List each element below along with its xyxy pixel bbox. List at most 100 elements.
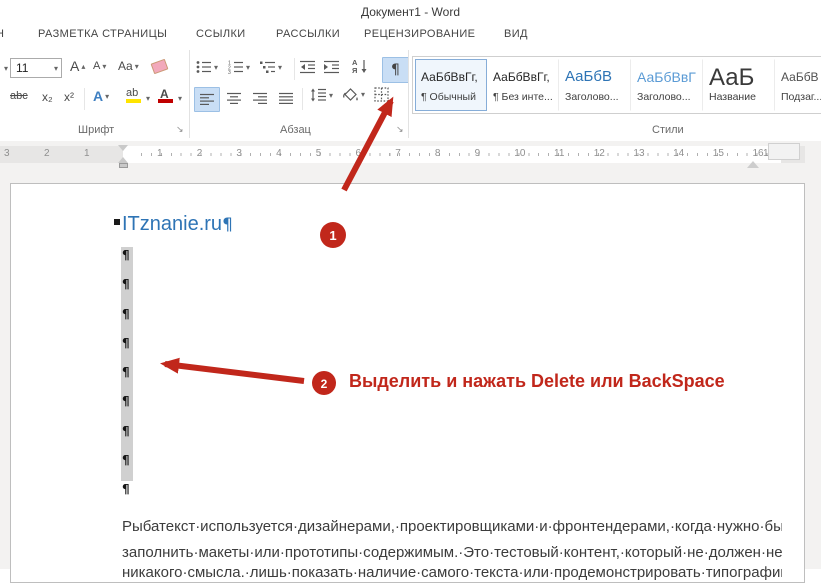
line-spacing-button[interactable]: ▾ [310, 88, 333, 102]
horizontal-ruler: 3211234567891011121314151617 [0, 145, 805, 168]
pilcrow-mark: ¶ [122, 423, 130, 438]
justify-icon [278, 92, 293, 104]
window-title: Документ1 - Word [360, 5, 461, 19]
ruler-number: 1 [84, 148, 90, 159]
group-separator [408, 50, 409, 138]
selected-pilcrow-row: ¶ [121, 364, 133, 394]
ruler-number: 14 [673, 148, 685, 159]
clear-formatting-button[interactable] [150, 58, 169, 75]
style-name: Подзаг... [781, 91, 821, 103]
pilcrow-mark: ¶ [122, 394, 130, 409]
ribbon-tab-0[interactable]: Н [0, 28, 4, 40]
annotation-instruction: Выделить и нажать Delete или BackSpace [349, 371, 725, 391]
ruler-number: 12 [593, 148, 605, 159]
change-case-button[interactable]: Aa ▾ [118, 59, 139, 73]
ruler-number: 8 [434, 148, 441, 159]
ribbon-tab-row: Н РАЗМЕТКА СТРАНИЦЫ ССЫЛКИ РАССЫЛКИ РЕЦЕНЗИР… [0, 25, 821, 48]
font-color-button[interactable]: A [156, 86, 174, 106]
caret-down-icon: ▾ [102, 61, 107, 71]
style-card-5[interactable]: АаБбВ Подзаг... [775, 59, 821, 111]
shrink-font-button[interactable]: A ▾ [93, 60, 106, 72]
left-indent-marker[interactable] [119, 163, 128, 168]
paint-bucket-icon [343, 88, 358, 101]
style-preview: АаБбВвГ [637, 69, 696, 85]
selected-pilcrow-row: ¶ [121, 422, 133, 453]
ribbon-tab-5[interactable]: ВИД [504, 28, 528, 40]
style-card-0[interactable]: АаБбВвГг, ¶ Обычный [415, 59, 487, 111]
document-area: 3211234567891011121314151617 ITznanie.ru… [0, 141, 821, 583]
numbering-button[interactable]: 1 2 3 ▾ [228, 60, 250, 75]
ruler-toggle-box[interactable] [768, 143, 800, 160]
ruler-number: 7 [395, 148, 401, 159]
decrease-indent-button[interactable] [300, 60, 316, 74]
right-indent-marker[interactable] [747, 155, 759, 168]
bullets-button[interactable]: ▾ [196, 60, 218, 74]
ruler-number: 4 [276, 148, 282, 159]
sort-button[interactable]: А Я [352, 58, 369, 74]
styles-gallery: АаБбВвГг, ¶ Обычный АаБбВвГг, ¶ Без инте...… [412, 56, 821, 114]
grow-font-button[interactable]: A ▴ [70, 58, 85, 74]
align-right-button[interactable] [248, 87, 272, 110]
pilcrow-mark: ¶ [222, 215, 233, 235]
ribbon-tab-1[interactable]: РАЗМЕТКА СТРАНИЦЫ [38, 28, 167, 40]
font-name-dropdown-icon[interactable]: ▾ [4, 64, 8, 73]
style-card-4[interactable]: АаБ Название [703, 59, 775, 111]
justify-button[interactable] [274, 87, 298, 110]
body-text-line-2: никакого·смысла.·лишь·показать·наличие·с… [122, 564, 782, 581]
eraser-icon [150, 58, 169, 75]
style-card-3[interactable]: АаБбВвГ Заголово... [631, 59, 703, 111]
ribbon-tab-2[interactable]: ССЫЛКИ [196, 28, 246, 40]
font-dialog-launcher-icon[interactable]: ↘ [176, 124, 184, 134]
style-preview: АаБбВ [565, 68, 612, 85]
selected-paragraph-marks: ¶ ¶ ¶ ¶ ¶ ¶ ¶ ¶ ¶ [121, 247, 133, 511]
shading-button[interactable]: ▾ [342, 87, 365, 102]
chevron-down-icon[interactable]: ▾ [146, 94, 150, 103]
chevron-down-icon: ▾ [105, 91, 110, 101]
text-effects-button[interactable]: A ▾ [93, 88, 109, 104]
styles-group-label: Стили [652, 124, 684, 136]
show-paragraph-marks-button[interactable]: ¶ [382, 57, 409, 83]
style-preview: АаБ [709, 64, 755, 91]
divider [302, 88, 303, 110]
increase-indent-button[interactable] [324, 60, 340, 74]
pilcrow-icon: ¶ [391, 62, 400, 78]
paragraph-dialog-launcher-icon[interactable]: ↘ [396, 124, 404, 134]
font-size-combo[interactable]: 11 ▾ [10, 58, 62, 78]
pilcrow-mark: ¶ [122, 482, 130, 497]
ruler-number: 2 [44, 148, 50, 159]
ruler-number: 6 [355, 148, 362, 159]
caret-up-icon: ▴ [81, 61, 86, 71]
font-size-value: 11 [16, 61, 29, 75]
paragraph-anchor-square [114, 219, 120, 225]
decrease-indent-icon [300, 60, 315, 74]
highlight-button[interactable]: ab [124, 86, 142, 106]
ribbon-tab-4[interactable]: РЕЦЕНЗИРОВАНИЕ [364, 28, 475, 40]
body-text-line-1: заполнить·макеты·или·прототипы·содержимы… [122, 544, 782, 561]
font-group-label: Шрифт [78, 124, 115, 136]
ruler-number: 11 [554, 148, 565, 159]
style-card-1[interactable]: АаБбВвГг, ¶ Без инте... [487, 59, 559, 111]
pilcrow-mark: ¶ [122, 277, 130, 292]
ruler-number: 10 [514, 148, 526, 159]
align-left-icon [199, 93, 214, 105]
sort-icon: А Я [352, 58, 367, 74]
superscript-button[interactable]: x² [64, 90, 74, 104]
style-name: ¶ Обычный [421, 91, 476, 103]
align-left-button[interactable] [194, 87, 220, 112]
style-card-2[interactable]: АаБбВ Заголово... [559, 59, 631, 111]
hanging-indent-marker[interactable] [118, 152, 128, 163]
strikethrough-button[interactable]: abc [10, 90, 28, 102]
selected-pilcrow-row: ¶ [121, 452, 133, 482]
pilcrow-mark: ¶ [122, 365, 130, 380]
align-right-icon [252, 92, 267, 104]
selected-pilcrow-row: ¶ [121, 334, 133, 365]
borders-button[interactable] [374, 87, 390, 102]
highlight-icon: ab [126, 87, 139, 99]
chevron-down-icon[interactable]: ▾ [178, 94, 182, 103]
align-center-button[interactable] [222, 87, 246, 110]
bullets-icon [196, 61, 211, 73]
subscript-button[interactable]: x₂ [42, 90, 53, 104]
style-preview: АаБбВвГг, [493, 70, 550, 84]
multilevel-list-button[interactable]: ▾ [260, 60, 282, 74]
ribbon-tab-3[interactable]: РАССЫЛКИ [276, 28, 340, 40]
